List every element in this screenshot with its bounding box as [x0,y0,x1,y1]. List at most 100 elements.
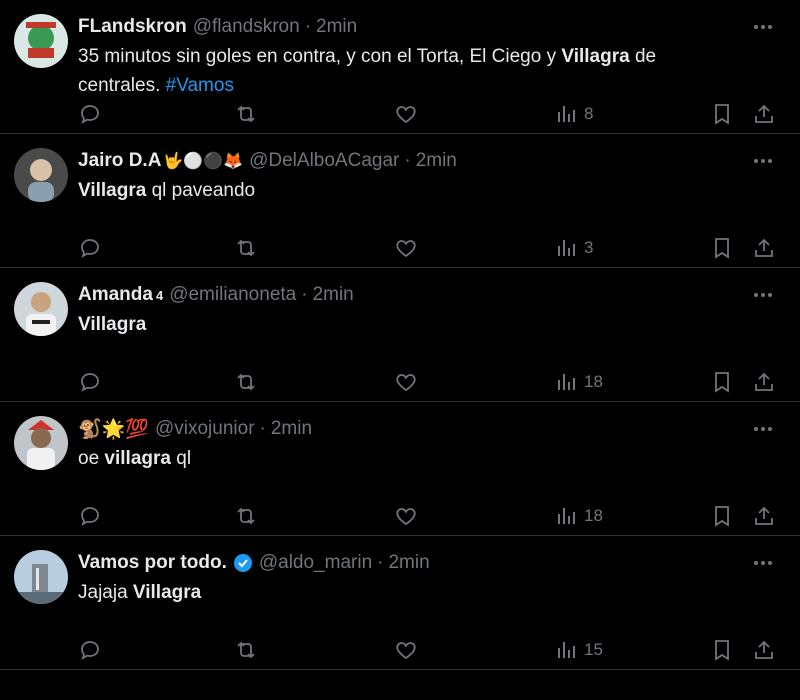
views-button[interactable]: 8 [554,100,593,128]
views-button[interactable]: 15 [554,636,603,664]
like-icon[interactable] [394,502,418,530]
avatar[interactable] [14,282,68,336]
views-button[interactable]: 18 [554,502,603,530]
like-icon[interactable] [394,368,418,396]
tweet-header: Vamos por todo. @aldo_marin · 2min [78,550,740,576]
views-icon [558,374,575,390]
tweet-text-part: 35 minutos sin goles en contra, y con el… [78,46,562,67]
separator: · [301,284,308,305]
action-bar: 15 [78,636,782,664]
reply-icon[interactable] [78,636,102,664]
action-bar: 18 [78,502,782,530]
tweet-text: Villagra ql paveando [78,176,740,205]
tweet-text: oe villagra ql [78,444,740,473]
view-count: 15 [584,640,603,659]
tweet-text-part: ql [170,448,192,469]
tweet-text-bold: Villagra [78,314,147,335]
share-icon[interactable] [752,368,776,396]
timestamp[interactable]: 2min [313,284,354,306]
verified-icon [233,553,253,573]
tweet-text-bold: Villagra [78,180,147,201]
avatar[interactable] [14,416,68,470]
tweet[interactable]: FLandskron @flandskron · 2min 35 minutos… [0,0,800,134]
user-handle[interactable]: @emilianoneta [169,284,296,306]
bookmark-icon[interactable] [710,368,734,396]
tweet-header: 🐒🌟💯 @vixojunior · 2min [78,416,740,442]
tweet-header: Jairo D.A 🤟⚪⚫🦊 @DelAlboACagar · 2min [78,148,740,174]
retweet-icon[interactable] [234,234,258,262]
views-icon [558,240,575,256]
views-button[interactable]: 18 [554,368,603,396]
avatar[interactable] [14,148,68,202]
reply-icon[interactable] [78,234,102,262]
hashtag-link[interactable]: #Vamos [166,75,234,96]
more-icon[interactable] [750,148,776,174]
tweet-text: Villagra [78,310,740,339]
bookmark-icon[interactable] [710,502,734,530]
retweet-icon[interactable] [234,502,258,530]
views-icon [558,106,575,122]
views-button[interactable]: 3 [554,234,593,262]
view-count: 18 [584,372,603,391]
like-icon[interactable] [394,234,418,262]
display-name[interactable]: Jairo D.A [78,150,161,172]
name-badge: 4 [155,287,164,303]
display-name[interactable]: Amanda [78,284,153,306]
reply-icon[interactable] [78,502,102,530]
bookmark-icon[interactable] [710,234,734,262]
timestamp[interactable]: 2min [271,418,312,440]
display-name[interactable]: Vamos por todo. [78,552,227,574]
view-count: 18 [584,506,603,525]
tweet[interactable]: 🐒🌟💯 @vixojunior · 2min oe villagra ql 18 [0,402,800,536]
views-icon [558,642,575,658]
action-bar: 8 [78,100,782,128]
views-icon [558,508,575,524]
tweet[interactable]: Amanda 4 @emilianoneta · 2min Villagra 1… [0,268,800,402]
like-icon[interactable] [394,100,418,128]
separator: · [377,552,384,573]
action-bar: 3 [78,234,782,262]
tweet-text: Jajaja Villagra [78,578,740,607]
timestamp[interactable]: 2min [416,150,457,172]
share-icon[interactable] [752,234,776,262]
share-icon[interactable] [752,502,776,530]
name-emojis: 🤟⚪⚫🦊 [163,153,244,170]
reply-icon[interactable] [78,100,102,128]
tweet[interactable]: Jairo D.A 🤟⚪⚫🦊 @DelAlboACagar · 2min Vil… [0,134,800,268]
tweet-text-part: oe [78,448,105,469]
tweet[interactable]: Vamos por todo. @aldo_marin · 2min Jajaj… [0,536,800,670]
timestamp[interactable]: 2min [316,16,357,38]
tweet-header: FLandskron @flandskron · 2min [78,14,740,40]
display-name[interactable]: FLandskron [78,16,187,38]
display-name[interactable]: 🐒🌟💯 [78,417,149,441]
separator: · [404,150,411,171]
user-handle[interactable]: @vixojunior [155,418,255,440]
tweet-text-bold: Villagra [132,582,202,603]
view-count: 8 [584,104,594,123]
more-icon[interactable] [750,282,776,308]
user-handle[interactable]: @flandskron [193,16,300,38]
timestamp[interactable]: 2min [388,552,429,574]
tweet-text-bold: Villagra [561,46,630,67]
user-handle[interactable]: @DelAlboACagar [249,150,399,172]
avatar[interactable] [14,14,68,68]
user-handle[interactable]: @aldo_marin [259,552,372,574]
tweet-text-bold: villagra [104,448,171,469]
tweet-text-part: ql paveando [146,180,256,201]
tweet-text-part: Jajaja [78,582,133,603]
like-icon[interactable] [394,636,418,664]
bookmark-icon[interactable] [710,636,734,664]
avatar[interactable] [14,550,68,604]
separator: · [304,16,312,37]
retweet-icon[interactable] [234,368,258,396]
share-icon[interactable] [752,100,776,128]
more-icon[interactable] [750,14,776,40]
retweet-icon[interactable] [234,636,258,664]
retweet-icon[interactable] [234,100,258,128]
more-icon[interactable] [750,550,776,576]
more-icon[interactable] [750,416,776,442]
reply-icon[interactable] [78,368,102,396]
share-icon[interactable] [752,636,776,664]
separator: · [259,418,266,439]
bookmark-icon[interactable] [710,100,734,128]
